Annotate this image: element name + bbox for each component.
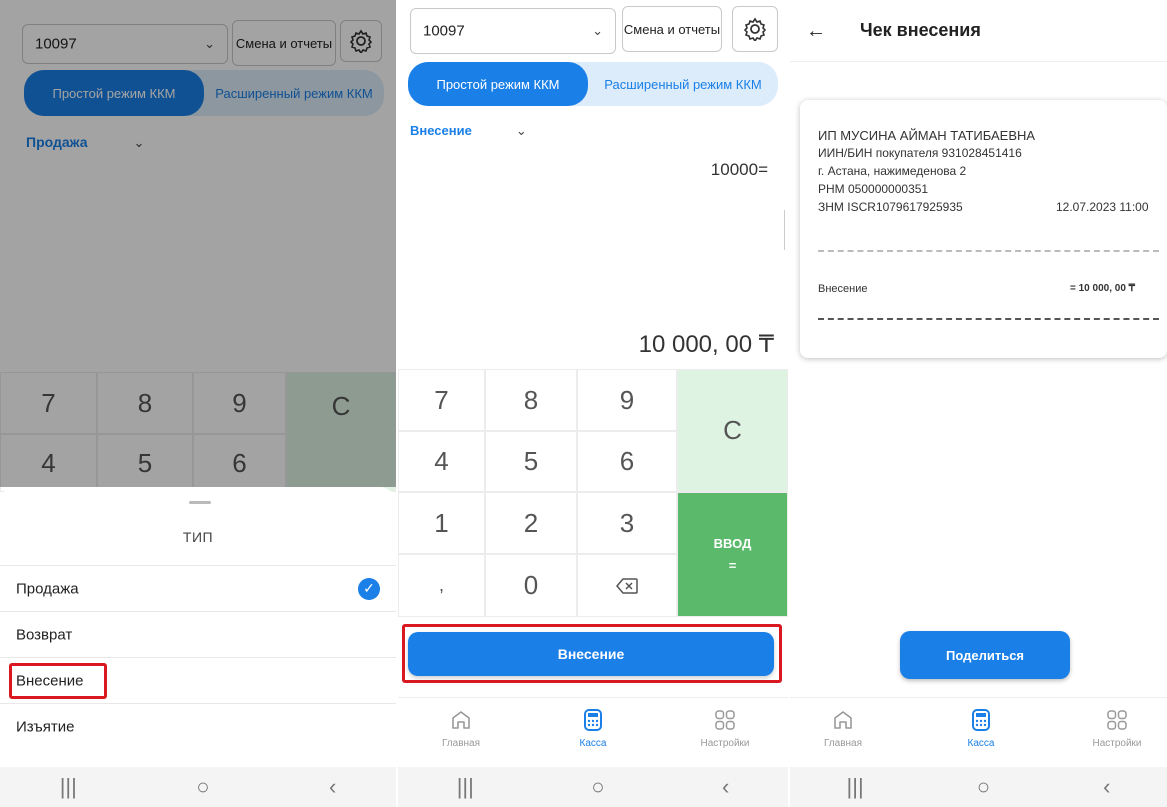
tab-settings[interactable]: Настройки (1072, 708, 1162, 749)
mode-switch: Простой режим ККМ Расширенный режим ККМ (408, 62, 778, 106)
terminal-select[interactable]: 10097 ⌄ (410, 8, 616, 54)
option-sale[interactable]: Продажа ✓ (0, 565, 396, 611)
terminal-select-value: 10097 (423, 22, 465, 40)
tab-cash[interactable]: Касса (936, 708, 1026, 749)
receipt-operation: Внесение (818, 283, 868, 295)
key-0[interactable]: 0 (485, 554, 577, 617)
system-nav-bar: ||| ○ ‹ (398, 767, 788, 807)
home-icon[interactable]: ○ (977, 774, 990, 800)
key-9[interactable]: 9 (577, 369, 677, 431)
back-arrow-icon[interactable]: ← (806, 20, 826, 43)
receipt-buyer-iin: ИИН/БИН покупателя 931028451416 (818, 146, 1022, 160)
key-3[interactable]: 3 (577, 492, 677, 554)
mode-simple-tab[interactable]: Простой режим ККМ (408, 62, 588, 106)
entry-expression: 10000= (710, 160, 768, 179)
backspace-icon (616, 577, 638, 594)
receipt-separator (818, 250, 1159, 252)
screen-deposit-receipt: ← Чек внесения ИП МУСИНА АЙМАН ТАТИБАЕВН… (790, 0, 1167, 807)
tab-label: Касса (579, 738, 607, 749)
key-4[interactable]: 4 (398, 431, 485, 492)
back-icon[interactable]: ‹ (722, 774, 729, 800)
option-label: Возврат (16, 626, 73, 643)
calculator-icon (584, 709, 602, 731)
settings-button[interactable] (732, 6, 778, 52)
calculator-icon (972, 709, 990, 731)
enter-sign: = (728, 557, 737, 573)
tab-label: Главная (441, 738, 481, 749)
gear-icon (743, 17, 767, 41)
bottom-tab-bar: Главная Касса Настройки (398, 697, 788, 767)
home-icon (452, 711, 470, 729)
recents-icon[interactable]: ||| (847, 774, 864, 800)
type-select[interactable]: Внесение ⌄ (410, 123, 527, 139)
option-label: Изъятие (16, 718, 75, 735)
receipt-znm: ЗНМ ISCR1079617925935 (818, 200, 963, 214)
share-button[interactable]: Поделиться (900, 631, 1070, 679)
key-clear[interactable]: C (677, 369, 788, 492)
chevron-down-icon: ⌄ (515, 123, 527, 138)
keypad: 7 8 9 C 4 5 6 1 2 3 ВВОД = , 0 (398, 369, 788, 617)
bottom-tab-bar: Главная Касса Настройки (790, 697, 1167, 767)
tab-settings[interactable]: Настройки (680, 708, 770, 749)
checkmark-icon: ✓ (358, 577, 380, 600)
modal-overlay[interactable] (0, 0, 396, 487)
recents-icon[interactable]: ||| (457, 774, 474, 800)
key-enter[interactable]: ВВОД = (677, 492, 788, 617)
system-nav-bar: ||| ○ ‹ (790, 767, 1167, 807)
amount-display: 10 000, 00 ₸ (638, 331, 774, 358)
receipt-rnm: РНМ 050000000351 (818, 182, 929, 196)
home-icon[interactable]: ○ (196, 774, 209, 800)
option-withdrawal[interactable]: Изъятие (0, 703, 396, 749)
key-backspace[interactable] (577, 554, 677, 617)
tab-label: Касса (967, 738, 995, 749)
highlight-box (9, 663, 107, 699)
type-select-value: Внесение (410, 123, 472, 138)
grid-icon (715, 710, 735, 730)
key-8[interactable]: 8 (485, 369, 577, 431)
tab-label: Главная (823, 738, 863, 749)
tab-home[interactable]: Главная (416, 708, 506, 749)
shift-reports-button[interactable]: Смена и отчеты (622, 6, 722, 52)
grid-icon (1107, 710, 1127, 730)
sheet-drag-handle[interactable] (189, 501, 211, 504)
screen-deposit-entry: 10097 ⌄ Смена и отчеты Простой режим ККМ… (398, 0, 788, 807)
key-5[interactable]: 5 (485, 431, 577, 492)
page-title: Чек внесения (860, 20, 981, 40)
back-icon[interactable]: ‹ (1103, 774, 1110, 800)
sheet-title: ТИП (182, 529, 214, 545)
receipt-card: ИП МУСИНА АЙМАН ТАТИБАЕВНА ИИН/БИН покуп… (800, 100, 1167, 358)
back-icon[interactable]: ‹ (329, 774, 336, 800)
key-comma[interactable]: , (398, 554, 485, 617)
receipt-separator (818, 318, 1159, 320)
tab-cash[interactable]: Касса (548, 708, 638, 749)
system-nav-bar: ||| ○ ‹ (0, 767, 396, 807)
tab-label: Настройки (700, 738, 750, 749)
receipt-address: г. Астана, нажимеденова 2 (818, 164, 967, 178)
app-header: ← Чек внесения (790, 0, 1167, 62)
chevron-down-icon: ⌄ (592, 23, 603, 38)
home-icon[interactable]: ○ (591, 774, 604, 800)
receipt-datetime: 12.07.2023 11:00 (1056, 200, 1149, 214)
key-7[interactable]: 7 (398, 369, 485, 431)
screen-type-picker: 10097 ⌄ Смена и отчеты Простой режим ККМ… (0, 0, 396, 807)
tab-home[interactable]: Главная (798, 708, 888, 749)
mode-extended-tab[interactable]: Расширенный режим ККМ (588, 62, 778, 106)
enter-label: ВВОД (713, 535, 752, 551)
key-6[interactable]: 6 (577, 431, 677, 492)
key-2[interactable]: 2 (485, 492, 577, 554)
option-return[interactable]: Возврат (0, 611, 396, 657)
key-1[interactable]: 1 (398, 492, 485, 554)
recents-icon[interactable]: ||| (60, 774, 77, 800)
tab-label: Настройки (1092, 738, 1142, 749)
receipt-operation-amount: = 10 000, 00 ₸ (1070, 283, 1136, 294)
type-bottom-sheet: ТИП Продажа ✓ Возврат Внесение Изъятие (0, 487, 396, 767)
receipt-seller: ИП МУСИНА АЙМАН ТАТИБАЕВНА (818, 128, 1036, 143)
deposit-submit-button[interactable]: Внесение (408, 632, 774, 676)
home-icon (834, 711, 852, 729)
option-label: Продажа (16, 580, 79, 597)
